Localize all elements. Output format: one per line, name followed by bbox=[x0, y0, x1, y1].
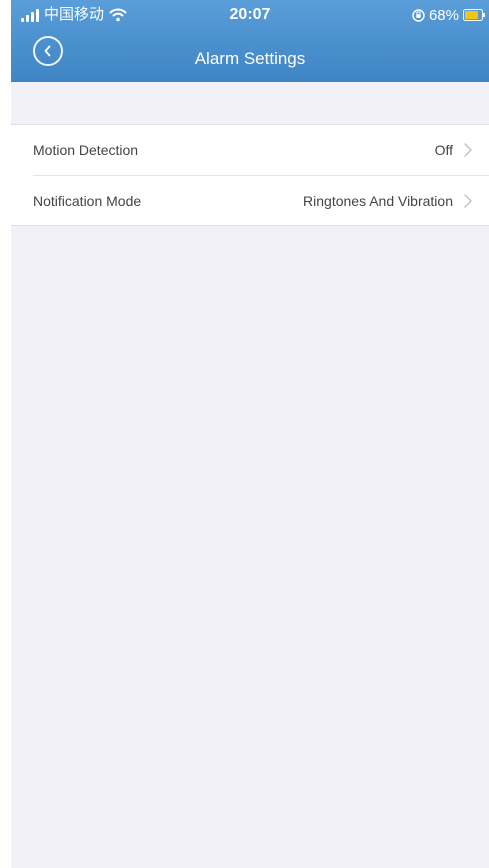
phone-frame: 中国移动 20:07 68% Alarm Settings Motion Det… bbox=[0, 0, 489, 868]
motion-detection-label: Motion Detection bbox=[33, 142, 139, 158]
battery-icon bbox=[463, 9, 485, 21]
motion-detection-value: Off bbox=[434, 142, 453, 158]
page-title: Alarm Settings bbox=[194, 49, 306, 68]
motion-detection-row[interactable]: Motion Detection Off bbox=[11, 125, 489, 175]
notification-mode-row[interactable]: Notification Mode Ringtones And Vibratio… bbox=[11, 176, 489, 226]
battery-percent: 68% bbox=[428, 6, 459, 24]
navigation-bar: Alarm Settings bbox=[11, 32, 489, 82]
status-right: 68% bbox=[412, 4, 485, 26]
settings-list: Motion Detection Off Notification Mode R… bbox=[11, 124, 489, 226]
chevron-right-icon bbox=[464, 143, 472, 157]
app-header: 中国移动 20:07 68% Alarm Settings bbox=[11, 0, 489, 82]
app-screen: 中国移动 20:07 68% Alarm Settings Motion Det… bbox=[11, 0, 489, 868]
status-bar: 中国移动 20:07 68% bbox=[11, 0, 489, 30]
orientation-lock-icon bbox=[412, 8, 425, 22]
notification-mode-value: Ringtones And Vibration bbox=[303, 193, 453, 209]
chevron-right-icon bbox=[464, 194, 472, 208]
notification-mode-label: Notification Mode bbox=[33, 193, 142, 209]
